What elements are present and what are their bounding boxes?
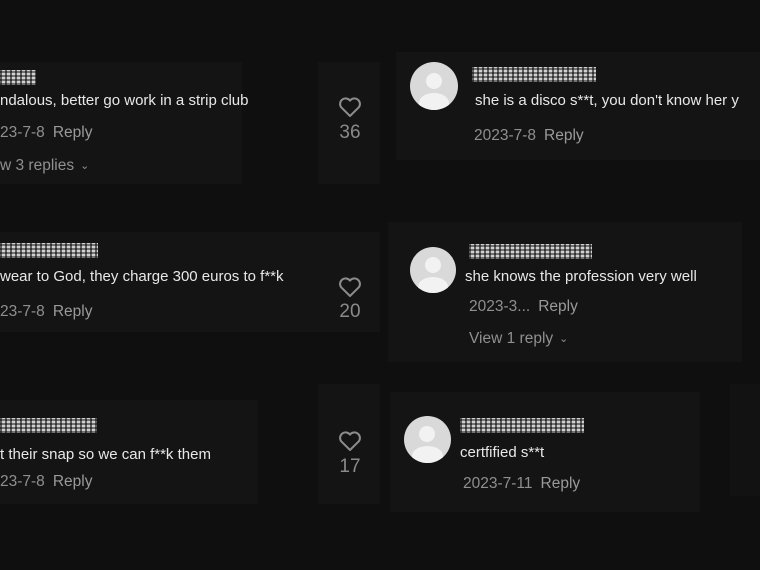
view-replies-label: View 1 reply [469, 330, 554, 347]
reply-button[interactable]: Reply [538, 298, 578, 315]
censored-username [0, 70, 36, 85]
censored-username [469, 244, 592, 259]
view-replies-button[interactable]: View 1 reply ⌄ [469, 330, 568, 348]
reply-button[interactable]: Reply [544, 127, 584, 144]
like-count: 20 [339, 301, 361, 322]
censored-username [460, 418, 584, 433]
comment-text: t their snap so we can f**k them [0, 446, 211, 463]
reply-date: 2023-7-11 [463, 475, 533, 492]
default-avatar-icon[interactable] [410, 247, 456, 293]
censored-username [472, 67, 596, 82]
comment-date: 23-7-8 [0, 473, 45, 490]
view-replies-label: w 3 replies [0, 157, 75, 174]
default-avatar-icon[interactable] [404, 416, 451, 463]
reply-button[interactable]: Reply [541, 475, 581, 492]
comment-meta: 23-7-8 Reply [0, 473, 92, 491]
heart-outline-icon[interactable] [338, 96, 362, 118]
reply-text: she knows the profession very well [465, 268, 697, 285]
chevron-down-icon: ⌄ [559, 333, 569, 345]
reply-meta: 2023-3... Reply [469, 298, 578, 316]
reply-meta: 2023-7-11 Reply [463, 475, 580, 493]
like-count: 17 [339, 456, 361, 477]
view-replies-button[interactable]: w 3 replies ⌄ [0, 157, 89, 175]
comment-meta: 23-7-8 Reply [0, 124, 92, 142]
comment-meta: 23-7-8 Reply [0, 303, 92, 321]
reply-date: 2023-3... [469, 298, 531, 315]
heart-outline-icon[interactable] [338, 276, 362, 298]
reply-button[interactable]: Reply [53, 303, 93, 320]
reply-text: certfified s**t [460, 444, 545, 461]
comment-date: 23-7-8 [0, 124, 45, 141]
censored-username [0, 243, 98, 258]
default-avatar-icon[interactable] [410, 62, 458, 110]
chevron-down-icon: ⌄ [80, 160, 90, 172]
reply-button[interactable]: Reply [53, 473, 93, 490]
reply-button[interactable]: Reply [53, 124, 93, 141]
comment-text: wear to God, they charge 300 euros to f*… [0, 268, 284, 285]
comment-date: 23-7-8 [0, 303, 45, 320]
reply-meta: 2023-7-8 Reply [474, 127, 584, 145]
censored-username [0, 418, 97, 433]
like-count: 36 [339, 122, 361, 143]
comment-text: ndalous, better go work in a strip club [0, 92, 249, 109]
reply-text: she is a disco s**t, you don't know her … [475, 92, 739, 109]
reply-date: 2023-7-8 [474, 127, 537, 144]
heart-outline-icon[interactable] [338, 430, 362, 452]
edge-panel [730, 384, 760, 496]
